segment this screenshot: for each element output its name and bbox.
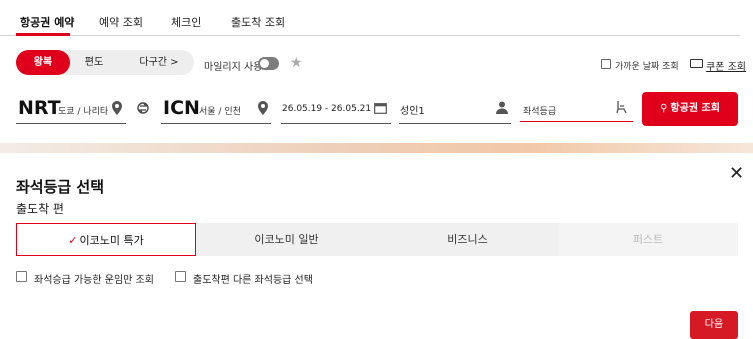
coupon-icon [690,59,703,68]
origin-city: 도쿄 / 나리타 [58,107,109,117]
swap-icon[interactable] [136,101,150,115]
seat-class-options: ✓ 이코노미 특가 이코노미 일반 비즈니스 퍼스트 [16,223,738,256]
search-button-label: 항공권 조회 [670,103,720,114]
mileage-toggle[interactable] [258,57,279,70]
class-first: 퍼스트 [558,223,738,256]
person-icon [496,101,508,114]
upgrade-fares-label: 좌석승급 가능한 운임만 조회 [34,275,154,286]
mileage-label: 마일리지 사용 [204,62,263,73]
seat-class-placeholder: 좌석등급 [523,107,557,117]
tab-flight-status[interactable]: 출도착 조회 [231,14,285,30]
trip-type-selector: 왕복 편도 다구간 > [16,50,194,75]
different-class-label: 출도착편 다른 좌석등급 선택 [193,275,313,286]
coupon-link[interactable]: 쿠폰 조회 [706,58,746,73]
tab-checkin[interactable]: 체크인 [171,14,201,30]
trip-type-multicity[interactable]: 다구간 > [126,50,192,75]
check-icon: ✓ [68,234,78,247]
search-flights-button[interactable]: ⚲ 항공권 조회 [642,92,738,126]
next-button[interactable]: 다음 [690,311,738,339]
trip-type-oneway[interactable]: 편도 [74,50,114,75]
close-icon[interactable]: ✕ [729,163,744,184]
calendar-icon [374,103,387,114]
star-icon[interactable]: ★ [290,55,303,71]
nearby-dates-label: 가까운 날짜 조회 [615,62,679,72]
destination-city: 서울 / 인천 [199,107,241,117]
panel-title: 좌석등급 선택 [16,178,105,196]
tab-book-flight[interactable]: 항공권 예약 [20,14,74,30]
upgrade-fares-checkbox[interactable] [16,271,27,282]
origin-code: NRT [18,97,61,119]
dates-underline [281,123,391,124]
seat-icon [616,101,627,114]
origin-underline [16,123,126,124]
destination-code: ICN [163,97,200,119]
nearby-dates-checkbox[interactable] [601,59,611,69]
class-economy-special[interactable]: ✓ 이코노미 특가 [16,223,196,256]
destination-underline [161,123,271,124]
passengers-underline [399,123,511,124]
location-pin-icon [258,101,268,115]
panel-subtitle: 출도착 편 [16,202,64,216]
class-label: 이코노미 특가 [79,234,144,247]
toggle-knob [260,59,269,68]
search-icon: ⚲ [660,103,668,114]
active-tab-indicator [16,33,70,36]
travel-dates: 26.05.19 - 26.05.21 [282,104,372,114]
trip-type-roundtrip[interactable]: 왕복 [16,50,70,75]
different-class-checkbox[interactable] [175,271,186,282]
passenger-count: 성인1 [400,106,425,117]
booking-tabs: 항공권 예약 예약 조회 체크인 출도착 조회 [0,0,740,36]
class-business[interactable]: 비즈니스 [377,223,558,256]
tab-booking-lookup[interactable]: 예약 조회 [99,14,143,30]
class-economy-standard[interactable]: 이코노미 일반 [196,223,377,256]
location-pin-icon [112,101,122,115]
